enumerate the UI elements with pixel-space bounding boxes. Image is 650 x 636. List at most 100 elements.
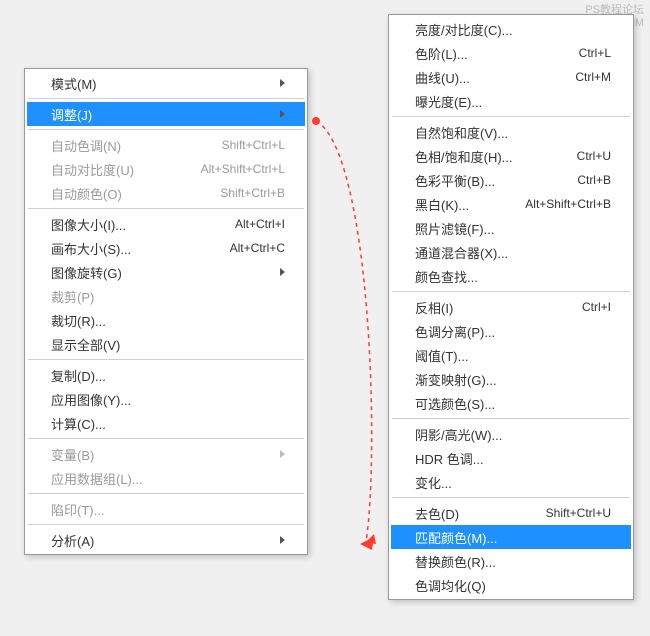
- menu-item-label: 匹配颜色(M)...: [415, 528, 611, 547]
- menu-item-label: 自然饱和度(V)...: [415, 123, 611, 142]
- adjust-menu-item[interactable]: 替换颜色(R)...: [391, 549, 631, 573]
- adjust-menu-item[interactable]: 阴影/高光(W)...: [391, 422, 631, 446]
- menu-item-shortcut: Alt+Shift+Ctrl+L: [201, 162, 285, 176]
- image-menu-item[interactable]: 调整(J): [27, 102, 305, 126]
- image-menu-item[interactable]: 图像旋转(G): [27, 260, 305, 284]
- menu-separator: [28, 493, 304, 494]
- menu-item-label: 黑白(K)...: [415, 195, 509, 214]
- menu-item-shortcut: Ctrl+M: [575, 70, 611, 84]
- adjust-menu-item[interactable]: 变化...: [391, 470, 631, 494]
- menu-item-label: 照片滤镜(F)...: [415, 219, 611, 238]
- adjust-menu-item[interactable]: 色调均化(Q): [391, 573, 631, 597]
- image-menu-item[interactable]: 显示全部(V): [27, 332, 305, 356]
- menu-separator: [28, 438, 304, 439]
- menu-item-label: 图像大小(I)...: [51, 215, 219, 234]
- image-menu-item[interactable]: 图像大小(I)... Alt+Ctrl+I: [27, 212, 305, 236]
- menu-separator: [392, 418, 630, 419]
- menu-separator: [392, 291, 630, 292]
- menu-item-label: 显示全部(V): [51, 335, 285, 354]
- menu-item-label: 渐变映射(G)...: [415, 370, 611, 389]
- menu-item-label: 替换颜色(R)...: [415, 552, 611, 571]
- adjustments-submenu: 亮度/对比度(C)... 色阶(L)... Ctrl+L 曲线(U)... Ctrl+M…: [388, 14, 634, 600]
- image-menu-item: 自动色调(N)Shift+Ctrl+L: [27, 133, 305, 157]
- menu-item-label: 色阶(L)...: [415, 44, 563, 63]
- image-menu-item[interactable]: 复制(D)...: [27, 363, 305, 387]
- adjust-menu-item[interactable]: 匹配颜色(M)...: [391, 525, 631, 549]
- menu-item-label: 复制(D)...: [51, 366, 285, 385]
- image-menu-item: 变量(B): [27, 442, 305, 466]
- image-menu-item: 裁剪(P): [27, 284, 305, 308]
- menu-separator: [392, 116, 630, 117]
- menu-item-label: 可选颜色(S)...: [415, 394, 611, 413]
- menu-item-label: 色调均化(Q): [415, 576, 611, 595]
- adjust-menu-item[interactable]: HDR 色调...: [391, 446, 631, 470]
- menu-item-label: 裁切(R)...: [51, 311, 285, 330]
- menu-item-label: 应用图像(Y)...: [51, 390, 285, 409]
- menu-item-label: 阈值(T)...: [415, 346, 611, 365]
- adjust-menu-item[interactable]: 反相(I) Ctrl+I: [391, 295, 631, 319]
- menu-item-shortcut: Ctrl+I: [582, 300, 611, 314]
- menu-separator: [392, 497, 630, 498]
- menu-item-label: 图像旋转(G): [51, 263, 272, 282]
- image-menu-item[interactable]: 画布大小(S)...Alt+Ctrl+C: [27, 236, 305, 260]
- menu-item-label: 变化...: [415, 473, 611, 492]
- adjust-menu-item[interactable]: 去色(D) Shift+Ctrl+U: [391, 501, 631, 525]
- menu-separator: [28, 208, 304, 209]
- adjust-menu-item[interactable]: 颜色查找...: [391, 264, 631, 288]
- menu-item-label: 色相/饱和度(H)...: [415, 147, 561, 166]
- adjust-menu-item[interactable]: 阈值(T)...: [391, 343, 631, 367]
- menu-item-label: 反相(I): [415, 298, 566, 317]
- adjust-menu-item[interactable]: 通道混合器(X)...: [391, 240, 631, 264]
- menu-item-label: HDR 色调...: [415, 449, 611, 468]
- image-menu-item: 自动对比度(U) Alt+Shift+Ctrl+L: [27, 157, 305, 181]
- submenu-arrow-icon: [280, 450, 285, 458]
- menu-item-label: 色调分离(P)...: [415, 322, 611, 341]
- menu-separator: [28, 129, 304, 130]
- submenu-arrow-icon: [280, 536, 285, 544]
- image-menu-item[interactable]: 计算(C)...: [27, 411, 305, 435]
- adjust-menu-item[interactable]: 色相/饱和度(H)... Ctrl+U: [391, 144, 631, 168]
- menu-item-shortcut: Ctrl+B: [577, 173, 611, 187]
- submenu-arrow-icon: [280, 79, 285, 87]
- menu-item-shortcut: Shift+Ctrl+B: [220, 186, 285, 200]
- adjust-menu-item[interactable]: 色调分离(P)...: [391, 319, 631, 343]
- image-menu-item[interactable]: 应用图像(Y)...: [27, 387, 305, 411]
- image-menu-item[interactable]: 分析(A): [27, 528, 305, 552]
- adjust-menu-item[interactable]: 渐变映射(G)...: [391, 367, 631, 391]
- adjust-menu-item[interactable]: 曲线(U)... Ctrl+M: [391, 65, 631, 89]
- image-menu-item[interactable]: 模式(M): [27, 71, 305, 95]
- menu-item-shortcut: Shift+Ctrl+U: [546, 506, 611, 520]
- submenu-arrow-icon: [280, 110, 285, 118]
- menu-item-label: 去色(D): [415, 504, 530, 523]
- menu-item-label: 阴影/高光(W)...: [415, 425, 611, 444]
- menu-separator: [28, 98, 304, 99]
- adjust-menu-item[interactable]: 照片滤镜(F)...: [391, 216, 631, 240]
- image-menu-item[interactable]: 裁切(R)...: [27, 308, 305, 332]
- menu-item-label: 曝光度(E)...: [415, 92, 611, 111]
- menu-item-label: 亮度/对比度(C)...: [415, 20, 611, 39]
- menu-separator: [28, 524, 304, 525]
- image-menu-item: 自动颜色(O) Shift+Ctrl+B: [27, 181, 305, 205]
- menu-item-label: 自动对比度(U): [51, 160, 185, 179]
- menu-item-shortcut: Ctrl+L: [579, 46, 611, 60]
- menu-item-label: 曲线(U)...: [415, 68, 559, 87]
- adjust-menu-item[interactable]: 自然饱和度(V)...: [391, 120, 631, 144]
- menu-item-shortcut: Alt+Ctrl+I: [235, 217, 285, 231]
- menu-item-label: 变量(B): [51, 445, 272, 464]
- adjust-menu-item[interactable]: 色彩平衡(B)... Ctrl+B: [391, 168, 631, 192]
- menu-item-label: 色彩平衡(B)...: [415, 171, 561, 190]
- menu-item-label: 分析(A): [51, 531, 272, 550]
- adjust-menu-item[interactable]: 可选颜色(S)...: [391, 391, 631, 415]
- menu-item-label: 计算(C)...: [51, 414, 285, 433]
- submenu-arrow-icon: [280, 268, 285, 276]
- menu-item-shortcut: Ctrl+U: [577, 149, 611, 163]
- menu-item-label: 自动颜色(O): [51, 184, 204, 203]
- adjust-menu-item[interactable]: 亮度/对比度(C)...: [391, 17, 631, 41]
- adjust-menu-item[interactable]: 曝光度(E)...: [391, 89, 631, 113]
- menu-item-label: 通道混合器(X)...: [415, 243, 611, 262]
- menu-item-label: 应用数据组(L)...: [51, 469, 285, 488]
- adjust-menu-item[interactable]: 色阶(L)... Ctrl+L: [391, 41, 631, 65]
- adjust-menu-item[interactable]: 黑白(K)...Alt+Shift+Ctrl+B: [391, 192, 631, 216]
- menu-item-label: 自动色调(N): [51, 136, 206, 155]
- image-menu: 模式(M) 调整(J) 自动色调(N)Shift+Ctrl+L 自动对比度(U) Alt…: [24, 68, 308, 555]
